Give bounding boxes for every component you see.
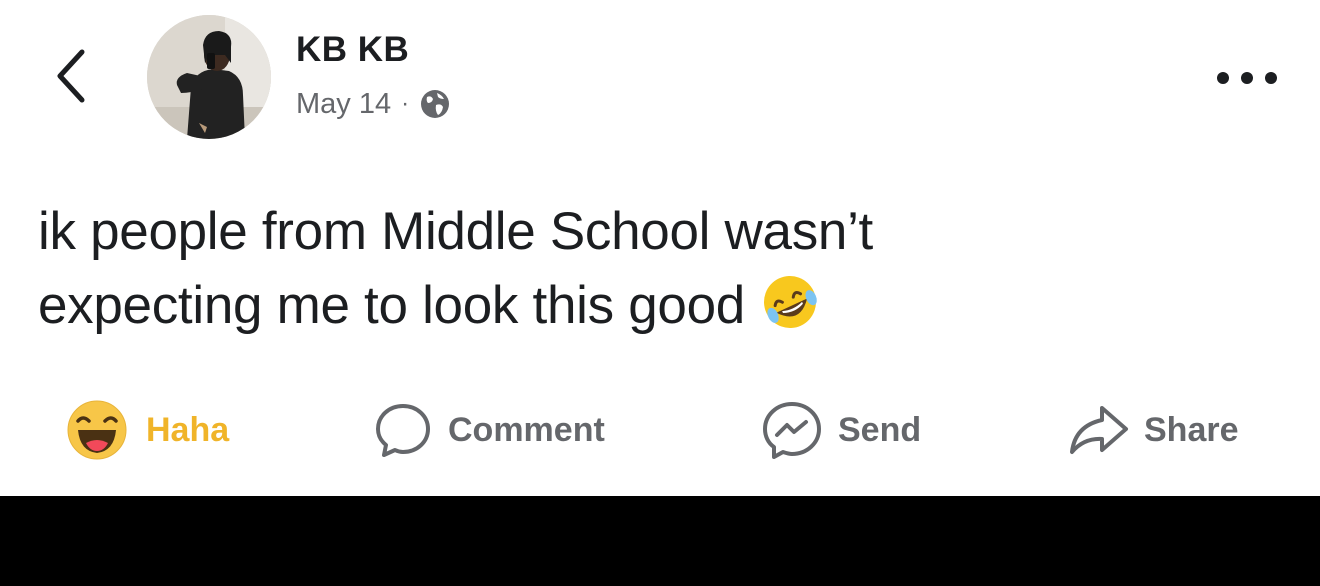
author-name[interactable]: KB KB	[296, 30, 409, 70]
post-text-line-1: ik people from Middle School wasn’t	[38, 202, 873, 261]
send-button[interactable]: Send	[760, 395, 921, 465]
haha-label: Haha	[146, 410, 230, 449]
post-text: ik people from Middle School wasn’t expe…	[38, 195, 1238, 343]
meta-separator: ·	[401, 90, 410, 117]
haha-reaction-button[interactable]: Haha	[66, 395, 229, 465]
back-button[interactable]	[48, 44, 98, 108]
post-text-line-2-text: expecting me to look this good	[38, 276, 745, 335]
more-dots-icon	[1217, 72, 1277, 84]
send-label: Send	[838, 410, 922, 449]
share-icon	[1070, 406, 1128, 454]
avatar[interactable]	[147, 15, 271, 139]
profile-photo	[147, 15, 271, 139]
globe-icon	[421, 90, 450, 118]
more-options-button[interactable]	[1212, 60, 1282, 96]
post-card: KB KB May 14 · ik people from Middle Sch…	[0, 0, 1320, 496]
haha-reaction-icon	[67, 400, 127, 460]
post-text-line-2: expecting me to look this good	[38, 269, 1238, 343]
post-meta: May 14 ·	[296, 87, 452, 121]
comment-button[interactable]: Comment	[372, 395, 605, 465]
action-bar: Haha Comment Send Share	[0, 395, 1320, 465]
post-date[interactable]: May 14	[296, 88, 391, 121]
messenger-icon	[763, 402, 821, 459]
share-label: Share	[1144, 410, 1239, 449]
comment-label: Comment	[448, 410, 605, 449]
chevron-left-icon	[57, 49, 85, 103]
rolling-on-floor-laughing-emoji	[763, 276, 817, 328]
comment-icon	[376, 404, 430, 457]
share-button[interactable]: Share	[1066, 395, 1239, 465]
